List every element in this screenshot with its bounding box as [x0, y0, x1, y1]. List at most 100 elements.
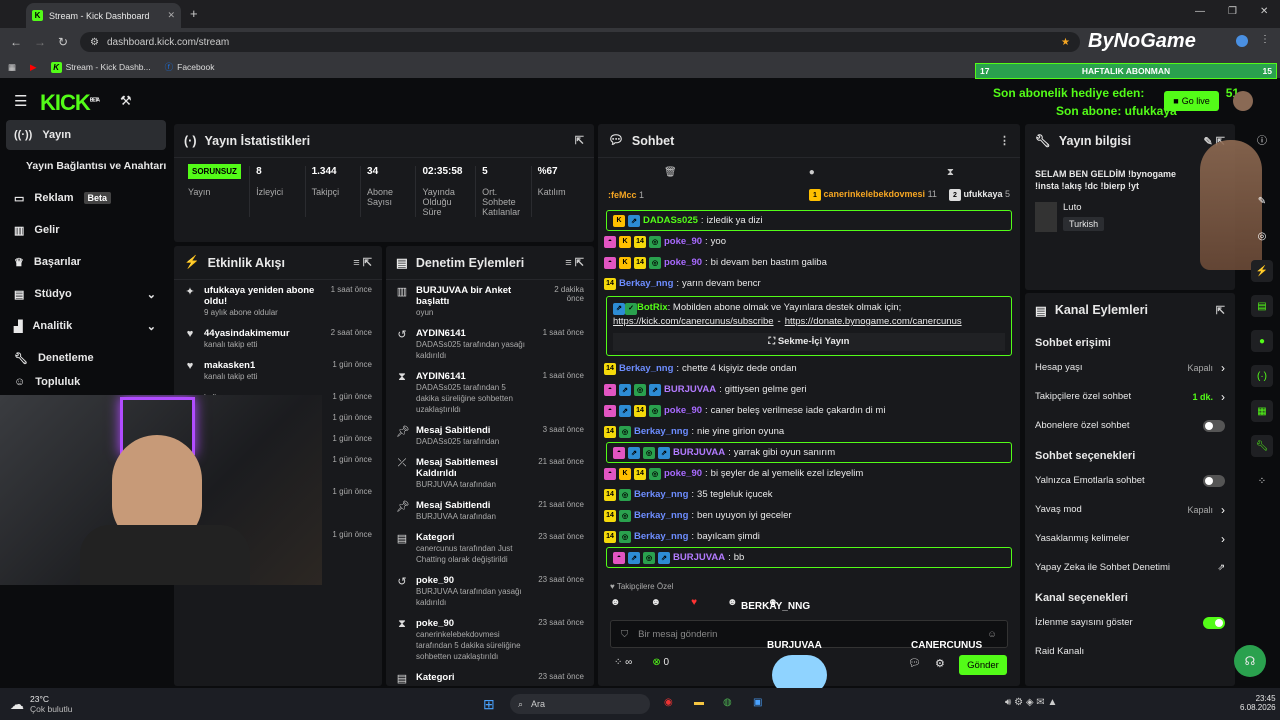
trash-icon[interactable]: 🗑︎ — [664, 167, 677, 178]
back-icon[interactable]: ← — [10, 35, 22, 49]
chat-message[interactable]: ◓ K 14 ◎ poke_90: bi devam ben bastım galiba — [598, 252, 1020, 273]
channel-action-row[interactable]: İzlenme sayısını göster — [1025, 608, 1235, 637]
feed-item-name[interactable]: 44yasindakimemur — [204, 328, 316, 339]
taskbar-search[interactable]: ⌕ Ara — [510, 694, 650, 714]
broadcast-icon[interactable]: (·) — [1251, 365, 1273, 387]
sidebar-item-yayin[interactable]: ((·)) Yayın — [6, 120, 166, 150]
chat-message[interactable]: 14 ◎ Berkay_nng: nie yine girion oyuna — [598, 421, 1020, 442]
feed-item-name[interactable]: AYDIN6141 — [416, 371, 528, 382]
chat-username[interactable]: Berkay_nng — [634, 426, 688, 437]
file-explorer-icon[interactable]: ▬ — [694, 697, 704, 708]
popout-icon[interactable]: ⇱ — [1216, 304, 1225, 317]
chat-message[interactable]: K ⇗ DADASs025: izledik ya dizi — [606, 210, 1012, 231]
chat-tab-icon[interactable]: ● — [809, 167, 815, 178]
chat-username[interactable]: BURJUVAA — [673, 447, 725, 458]
emoji-icon[interactable]: ☺ — [987, 629, 997, 640]
chat-username[interactable]: poke_90 — [664, 257, 702, 268]
browser-tab[interactable]: K Stream - Kick Dashboard ✕ — [26, 3, 181, 28]
feed-item-name[interactable]: poke_90 — [416, 575, 528, 586]
site-info-icon[interactable]: ⚙ — [90, 37, 99, 48]
youtube-icon[interactable]: ▶ — [30, 62, 37, 73]
taskbar-clock[interactable]: 23:45 6.08.2026 — [1240, 694, 1276, 712]
channel-action-row[interactable]: Yavaş mod Kapalı › — [1025, 495, 1235, 524]
wrench-icon[interactable]: 🔧︎ — [1251, 435, 1273, 457]
chat-message[interactable]: ◓ ⇗ ◎ ⇗ BURJUVAA: gittiysen gelme geri — [598, 379, 1020, 400]
sidebar-item-studyo[interactable]: ▤ Stüdyo ⌄ — [0, 278, 172, 310]
go-live-button[interactable]: ■ Go live — [1164, 91, 1219, 111]
chat-username[interactable]: Berkay_nng — [634, 489, 688, 500]
channel-action-row[interactable]: Takipçilere özel sohbet 1 dk. › — [1025, 382, 1235, 411]
toggle-switch[interactable] — [1203, 474, 1225, 487]
channel-action-row[interactable]: Abonelere özel sohbet — [1025, 411, 1235, 440]
feed-item-name[interactable]: Kategori — [416, 532, 528, 543]
channel-action-row[interactable]: Yasaklanmış kelimeler › — [1025, 524, 1235, 553]
chat-username[interactable]: poke_90 — [664, 468, 702, 479]
channel-action-row[interactable]: Hesap yaşı Kapalı › — [1025, 353, 1235, 382]
filter-icon[interactable]: ≡ ⇱ — [565, 256, 584, 269]
bookmark-star-icon[interactable]: ★ — [1061, 37, 1070, 48]
list-icon[interactable]: ▦ — [1251, 400, 1273, 422]
sidebar-item-analitik[interactable]: ▟ Analitik ⌄ — [0, 310, 172, 342]
weather-widget[interactable]: ☁ 23°C Çok bulutlu — [0, 694, 73, 714]
points-infinite[interactable]: ⁘ ∞ — [614, 657, 632, 668]
sidebar-item-denetleme[interactable]: 🔧︎ Denetleme — [0, 342, 172, 374]
chat-message[interactable]: ◓ K 14 ◎ poke_90: yoo — [598, 231, 1020, 252]
channel-action-row[interactable]: Raid Kanalı — [1025, 637, 1235, 666]
emote-icon[interactable]: ☻ — [651, 597, 662, 615]
edit-icon[interactable]: ✎ — [1251, 190, 1273, 212]
popout-icon[interactable]: ⇱ — [575, 134, 584, 147]
chat-bubble-icon[interactable]: ● — [1251, 330, 1273, 352]
chat-message[interactable]: ◓ ⇗ 14 ◎ poke_90: caner beleş verilmese iade … — [598, 400, 1020, 421]
chat-username[interactable]: Berkay_nng — [619, 278, 673, 289]
feed-item-name[interactable]: Kategori — [416, 672, 528, 683]
bookmark-facebook[interactable]: ⓕ Facebook — [165, 61, 215, 73]
donate-link[interactable]: https://donate.bynogame.com/canercunus — [785, 316, 962, 327]
apps-grid-icon[interactable]: ▦ — [8, 62, 16, 73]
feed-item-name[interactable]: AYDIN6141 — [416, 328, 528, 339]
chat-message[interactable]: ◓ K 14 ◎ poke_90: bi şeyler de al yemelik eze… — [598, 463, 1020, 484]
chat-message[interactable]: ◓ ⇗ ◎ ⇗ BURJUVAA: bb — [606, 547, 1012, 568]
chat-username[interactable]: Berkay_nng — [634, 510, 688, 521]
document-icon[interactable]: ▤ — [1251, 295, 1273, 317]
window-close-icon[interactable]: ✕ — [1260, 6, 1268, 17]
bot-username[interactable]: BotRix — [637, 302, 668, 313]
bookmark-kick[interactable]: K Stream - Kick Dashb... — [50, 61, 151, 73]
new-tab-icon[interactable]: + — [190, 6, 198, 21]
sidebar-item-basarilar[interactable]: ♛ Başarılar — [0, 246, 172, 278]
chat-username[interactable]: Berkay_nng — [634, 531, 688, 542]
chat-message[interactable]: ◓ ⇗ ◎ ⇗ BURJUVAA: yarrak gibi oyun sanırım — [606, 442, 1012, 463]
hourglass-icon[interactable]: ⧗ — [947, 167, 954, 178]
send-button[interactable]: Gönder — [959, 655, 1007, 675]
filter-icon[interactable]: ≡ ⇱ — [353, 256, 372, 269]
minimize-icon[interactable]: — — [1195, 6, 1205, 17]
chat-message[interactable]: 14 Berkay_nng: chette 4 kişiyiz dede ondan — [598, 358, 1020, 379]
hamburger-menu-icon[interactable]: ☰ — [14, 92, 27, 110]
app-icon-media[interactable]: ◉ — [664, 697, 673, 708]
top-gifter[interactable]: :feMcc 1 — [608, 190, 644, 200]
chat-bubble-icon[interactable]: 💬︎ — [908, 658, 921, 669]
feed-item-name[interactable]: poke_90 — [416, 618, 528, 629]
app-icon-store[interactable]: ▣ — [753, 697, 762, 708]
chat-username[interactable]: BURJUVAA — [664, 384, 716, 395]
forward-icon[interactable]: → — [34, 35, 46, 49]
toggle-switch[interactable] — [1203, 616, 1225, 629]
browser-menu-icon[interactable]: ⋮ — [1260, 34, 1270, 45]
user-avatar[interactable] — [1233, 91, 1253, 111]
toggle-switch[interactable] — [1203, 419, 1225, 432]
popout-stream-button[interactable]: ⛶ Sekme-İçi Yayın — [613, 333, 1005, 351]
chat-username[interactable]: Berkay_nng — [619, 363, 673, 374]
lightning-icon[interactable]: ⚡ — [1251, 260, 1273, 282]
tray-icons[interactable]: 🔊︎ ⚙ ◈ ✉ ▲ — [1005, 697, 1057, 708]
chat-message[interactable]: 14 ◎ Berkay_nng: ben uyuyon iyi geceler — [598, 505, 1020, 526]
settings-gear-icon[interactable]: ⚙ — [935, 657, 945, 670]
emote-icon[interactable]: ☻ — [727, 597, 738, 615]
points-coins[interactable]: ⊗ 0 — [652, 657, 669, 668]
profile-avatar[interactable] — [1236, 35, 1248, 47]
camera-icon[interactable]: ◎ — [1251, 225, 1273, 247]
subscribe-link[interactable]: https://kick.com/canercunus/subscribe — [613, 316, 774, 327]
channel-action-row[interactable]: Yalnızca Emotlarla sohbet — [1025, 466, 1235, 495]
windows-start-icon[interactable]: ⊞ — [483, 696, 495, 713]
top-gifter[interactable]: 2 ufukkaya 5 — [948, 189, 1010, 202]
chat-message[interactable]: 14 ◎ Berkay_nng:35 tegleluk içucek — [598, 484, 1020, 505]
tab-close-icon[interactable]: ✕ — [167, 10, 175, 21]
